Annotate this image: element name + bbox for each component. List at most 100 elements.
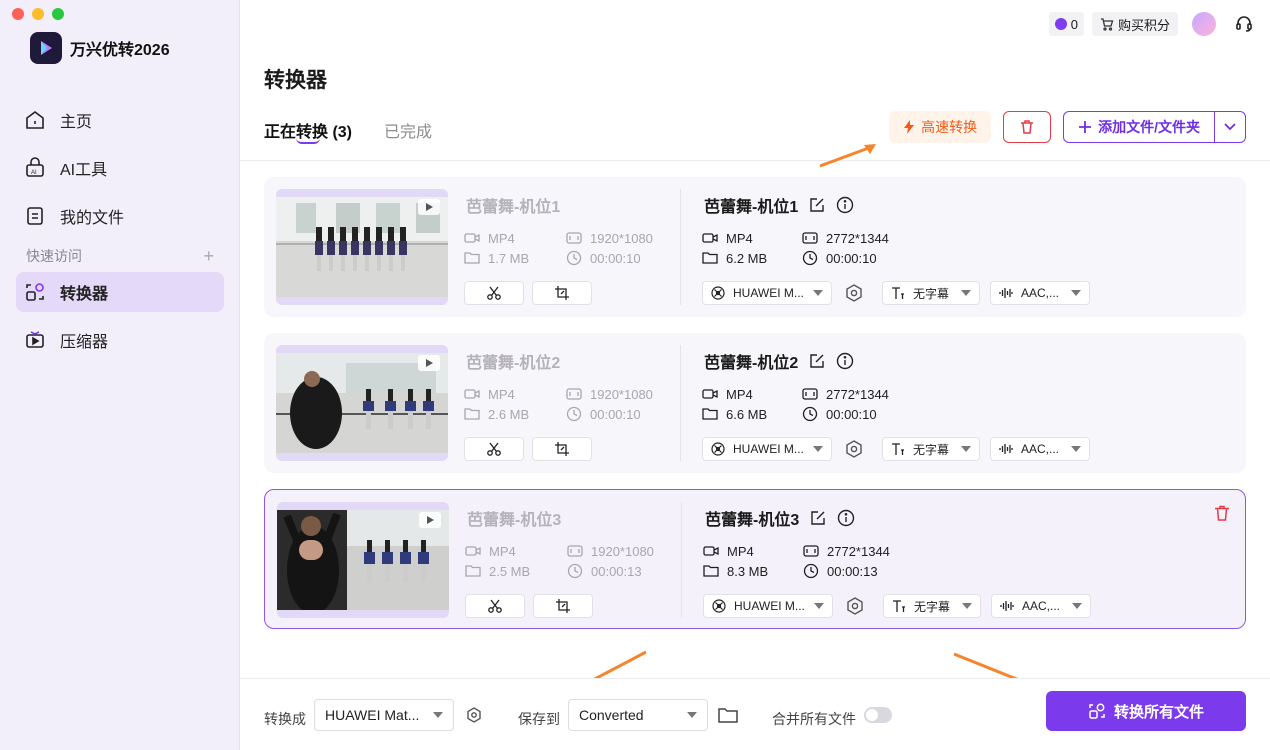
add-files-dropdown[interactable] <box>1215 112 1245 142</box>
subtitle-select[interactable]: 无字幕 <box>882 437 980 461</box>
crop-button[interactable] <box>532 437 592 461</box>
video-thumbnail[interactable] <box>276 189 448 305</box>
output-file-name: 芭蕾舞-机位2 <box>704 355 799 372</box>
audio-value: AAC,... <box>1021 442 1060 456</box>
crop-icon <box>555 442 569 456</box>
fast-convert-button[interactable]: 高速转换 <box>889 111 992 143</box>
tab-active-indicator <box>296 138 320 144</box>
save-to-select[interactable]: Converted <box>568 699 708 731</box>
chevron-down-icon <box>1224 123 1236 131</box>
trim-button[interactable] <box>464 281 524 305</box>
play-icon[interactable] <box>418 355 440 371</box>
output-device-select[interactable]: HUAWEI M... <box>703 594 833 618</box>
format-reel-icon <box>712 599 726 613</box>
caret-down-icon <box>813 290 823 296</box>
bottom-bar: 转换成 HUAWEI Mat... 保存到 Converted 合并所有文件 转… <box>240 678 1270 750</box>
source-resolution: 1920*1080 <box>566 230 653 246</box>
app-name: 万兴优转2026 <box>70 42 170 59</box>
add-files-button-group: 添加文件/文件夹 <box>1063 111 1246 143</box>
delete-file-icon[interactable] <box>1213 504 1231 522</box>
trim-button[interactable] <box>465 594 525 618</box>
buy-credits-button[interactable]: 购买积分 <box>1091 12 1178 36</box>
subtitle-value: 无字幕 <box>914 599 951 614</box>
save-to-label: 保存到 <box>518 711 560 727</box>
delete-all-button[interactable] <box>1003 111 1052 143</box>
audio-select[interactable]: AAC,... <box>990 437 1090 461</box>
sidebar-item-compressor[interactable]: 压缩器 <box>16 320 224 360</box>
source-file-name: 芭蕾舞-机位1 <box>466 199 561 216</box>
add-quick-access-icon[interactable]: + <box>203 246 214 267</box>
text-icon <box>893 600 905 612</box>
video-thumbnail[interactable] <box>277 502 449 618</box>
sidebar-item-converter[interactable]: 转换器 <box>16 272 224 312</box>
subtitle-select[interactable]: 无字幕 <box>883 594 981 618</box>
source-duration-value: 00:00:10 <box>590 406 641 422</box>
settings-hexagon-icon[interactable] <box>845 596 865 616</box>
close-window-button[interactable] <box>12 8 24 20</box>
clock-icon <box>566 250 582 266</box>
merge-files-toggle[interactable] <box>864 707 892 723</box>
credits-badge[interactable]: 0 <box>1048 12 1084 36</box>
quick-access-label: 快速访问 <box>26 248 82 264</box>
settings-hexagon-icon[interactable] <box>844 283 864 303</box>
subtitle-select[interactable]: 无字幕 <box>882 281 980 305</box>
avatar[interactable] <box>1192 12 1216 36</box>
trim-button[interactable] <box>464 437 524 461</box>
clock-icon <box>803 563 819 579</box>
output-size: 6.2 MB <box>702 250 767 266</box>
audio-wave-icon <box>999 288 1013 298</box>
tab-completed[interactable]: 已完成 <box>384 118 432 142</box>
tab-completed-label: 已完成 <box>384 124 433 141</box>
edit-icon[interactable] <box>809 509 827 527</box>
output-device-select[interactable]: HUAWEI M... <box>702 281 832 305</box>
video-thumbnail[interactable] <box>276 345 448 461</box>
file-card[interactable]: 芭蕾舞-机位3 MP4 1920*1080 2.5 MB 00:00:13 芭蕾舞-机位3… <box>264 489 1246 629</box>
convert-to-value: HUAWEI Mat... <box>325 707 420 723</box>
video-format-icon <box>703 543 719 559</box>
edit-icon[interactable] <box>808 196 826 214</box>
add-files-button[interactable]: 添加文件/文件夹 <box>1064 112 1215 142</box>
info-icon[interactable] <box>836 352 854 370</box>
cart-icon <box>1100 18 1114 31</box>
audio-select[interactable]: AAC,... <box>991 594 1091 618</box>
output-device-select[interactable]: HUAWEI M... <box>702 437 832 461</box>
merge-files-label: 合并所有文件 <box>772 711 856 727</box>
crop-icon <box>555 286 569 300</box>
sidebar-item-ai-tools[interactable]: AI AI工具 <box>16 148 224 188</box>
sidebar-item-my-files[interactable]: 我的文件 <box>16 196 224 236</box>
quick-access-header: 快速访问 + <box>16 244 224 268</box>
convert-all-button[interactable]: 转换所有文件 <box>1046 691 1246 731</box>
source-size-value: 2.5 MB <box>489 563 531 579</box>
video-format-icon <box>465 543 481 559</box>
settings-hexagon-icon[interactable] <box>844 439 864 459</box>
sidebar-item-home[interactable]: 主页 <box>16 100 224 140</box>
folder-icon <box>465 563 481 579</box>
edit-icon[interactable] <box>808 352 826 370</box>
output-resolution: 2772*1344 <box>802 230 889 246</box>
caret-down-icon <box>961 446 971 452</box>
play-icon[interactable] <box>419 512 441 528</box>
play-icon[interactable] <box>418 199 440 215</box>
info-icon[interactable] <box>837 509 855 527</box>
output-size-value: 6.6 MB <box>726 406 768 422</box>
crop-button[interactable] <box>532 281 592 305</box>
source-format: MP4 <box>464 386 515 402</box>
info-icon[interactable] <box>836 196 854 214</box>
crop-button[interactable] <box>533 594 593 618</box>
output-format: MP4 <box>702 230 753 246</box>
minimize-window-button[interactable] <box>32 8 44 20</box>
support-headset-icon[interactable] <box>1234 14 1254 34</box>
fast-convert-label: 高速转换 <box>921 119 978 135</box>
tab-converting[interactable]: 正在转换 (3) <box>264 118 352 144</box>
file-card[interactable]: 芭蕾舞-机位1 MP4 1920*1080 1.7 MB 00:00:10 芭蕾舞-机位1… <box>264 177 1246 317</box>
convert-to-select[interactable]: HUAWEI Mat... <box>314 699 454 731</box>
settings-hexagon-icon[interactable] <box>466 707 482 723</box>
audio-select[interactable]: AAC,... <box>990 281 1090 305</box>
output-file-name: 芭蕾舞-机位3 <box>705 512 800 529</box>
sidebar: 万兴优转2026 主页 AI AI工具 我的文件 快速访问 + 转换器 压缩器 <box>0 0 240 750</box>
file-card[interactable]: 芭蕾舞-机位2 MP4 1920*1080 2.6 MB 00:00:10 芭蕾舞-机位2… <box>264 333 1246 473</box>
convert-to-label: 转换成 <box>264 711 306 727</box>
resolution-icon <box>802 386 818 402</box>
folder-icon[interactable] <box>718 706 738 724</box>
maximize-window-button[interactable] <box>52 8 64 20</box>
